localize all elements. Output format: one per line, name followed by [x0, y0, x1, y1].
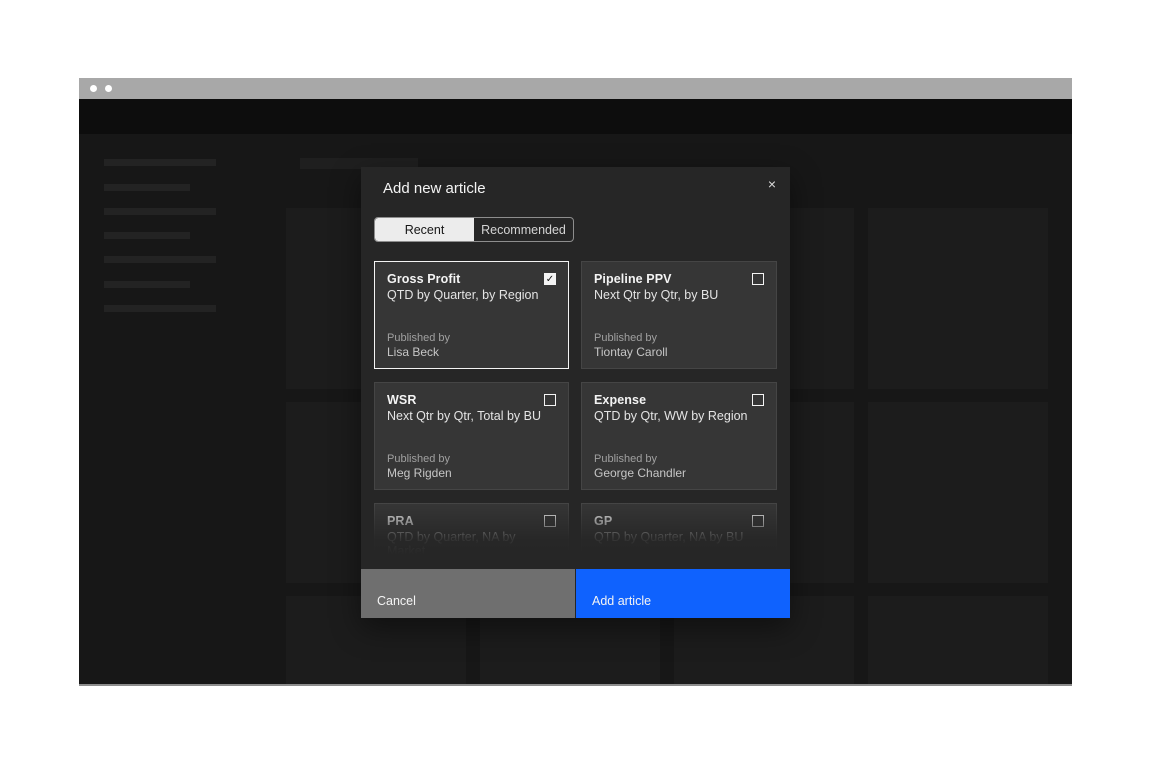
- checkbox-icon[interactable]: [752, 394, 764, 406]
- sidebar-skeleton-line: [104, 208, 216, 215]
- checkbox-icon[interactable]: [752, 273, 764, 285]
- sidebar-skeleton-line: [104, 281, 190, 288]
- publisher-block: Published by Lisa Beck: [387, 332, 450, 359]
- content-switcher: Recent Recommended: [374, 217, 574, 242]
- add-article-button[interactable]: Add article: [576, 569, 790, 618]
- article-subtitle: Next Qtr by Qtr, Total by BU: [387, 409, 556, 423]
- cancel-button[interactable]: Cancel: [361, 569, 575, 618]
- publisher-name: Lisa Beck: [387, 345, 450, 359]
- sidebar-skeleton-line: [104, 184, 190, 191]
- published-by-label: Published by: [594, 332, 668, 344]
- checkbox-icon[interactable]: ✓: [544, 273, 556, 285]
- sidebar-skeleton-line: [104, 232, 190, 239]
- article-title: PRA: [387, 514, 556, 528]
- article-tile-wsr[interactable]: WSR Next Qtr by Qtr, Total by BU Publish…: [374, 382, 569, 490]
- article-subtitle: QTD by Quarter, by Region: [387, 288, 556, 302]
- article-tile-pipeline-ppv[interactable]: Pipeline PPV Next Qtr by Qtr, by BU Publ…: [581, 261, 777, 369]
- dashboard-tile-skeleton: [868, 596, 1048, 686]
- sidebar-skeleton-line: [104, 305, 216, 312]
- tab-recommended[interactable]: Recommended: [474, 218, 573, 241]
- published-by-label: Published by: [387, 453, 452, 465]
- article-title: Gross Profit: [387, 272, 556, 286]
- publisher-name: George Chandler: [594, 466, 686, 480]
- sidebar-skeleton-line: [104, 256, 216, 263]
- article-title: Expense: [594, 393, 764, 407]
- checkbox-icon[interactable]: [752, 515, 764, 527]
- article-subtitle: QTD by Quarter, NA by BU: [594, 530, 764, 544]
- article-tile-gross-profit[interactable]: Gross Profit QTD by Quarter, by Region ✓…: [374, 261, 569, 369]
- dashboard-tile-skeleton: [868, 402, 1048, 583]
- window-control-dot[interactable]: [90, 85, 97, 92]
- checkbox-icon[interactable]: [544, 394, 556, 406]
- published-by-label: Published by: [387, 332, 450, 344]
- article-tile-pra[interactable]: PRA QTD by Quarter, NA by Market: [374, 503, 569, 555]
- article-title: GP: [594, 514, 764, 528]
- publisher-name: Meg Rigden: [387, 466, 452, 480]
- publisher-block: Published by George Chandler: [594, 453, 686, 480]
- page-background: Add new article × Recent Recommended Gro…: [0, 0, 1152, 767]
- article-title: WSR: [387, 393, 556, 407]
- browser-titlebar: [79, 78, 1072, 99]
- published-by-label: Published by: [594, 453, 686, 465]
- article-subtitle: Next Qtr by Qtr, by BU: [594, 288, 764, 302]
- sidebar-skeleton-line: [104, 159, 216, 166]
- dashboard-tile-skeleton: [868, 208, 1048, 389]
- article-subtitle: QTD by Quarter, NA by Market: [387, 530, 556, 555]
- publisher-block: Published by Tiontay Caroll: [594, 332, 668, 359]
- article-title: Pipeline PPV: [594, 272, 764, 286]
- article-tile-gp[interactable]: GP QTD by Quarter, NA by BU: [581, 503, 777, 555]
- modal-title: Add new article: [383, 180, 486, 197]
- article-tile-expense[interactable]: Expense QTD by Qtr, WW by Region Publish…: [581, 382, 777, 490]
- add-article-modal: Add new article × Recent Recommended Gro…: [361, 167, 790, 618]
- publisher-name: Tiontay Caroll: [594, 345, 668, 359]
- publisher-block: Published by Meg Rigden: [387, 453, 452, 480]
- article-subtitle: QTD by Qtr, WW by Region: [594, 409, 764, 423]
- tab-recent[interactable]: Recent: [375, 218, 474, 241]
- modal-footer: Cancel Add article: [361, 569, 790, 618]
- window-control-dot[interactable]: [105, 85, 112, 92]
- article-list: Gross Profit QTD by Quarter, by Region ✓…: [374, 261, 777, 555]
- close-icon[interactable]: ×: [760, 172, 784, 196]
- checkbox-icon[interactable]: [544, 515, 556, 527]
- app-header-bar: [79, 99, 1072, 134]
